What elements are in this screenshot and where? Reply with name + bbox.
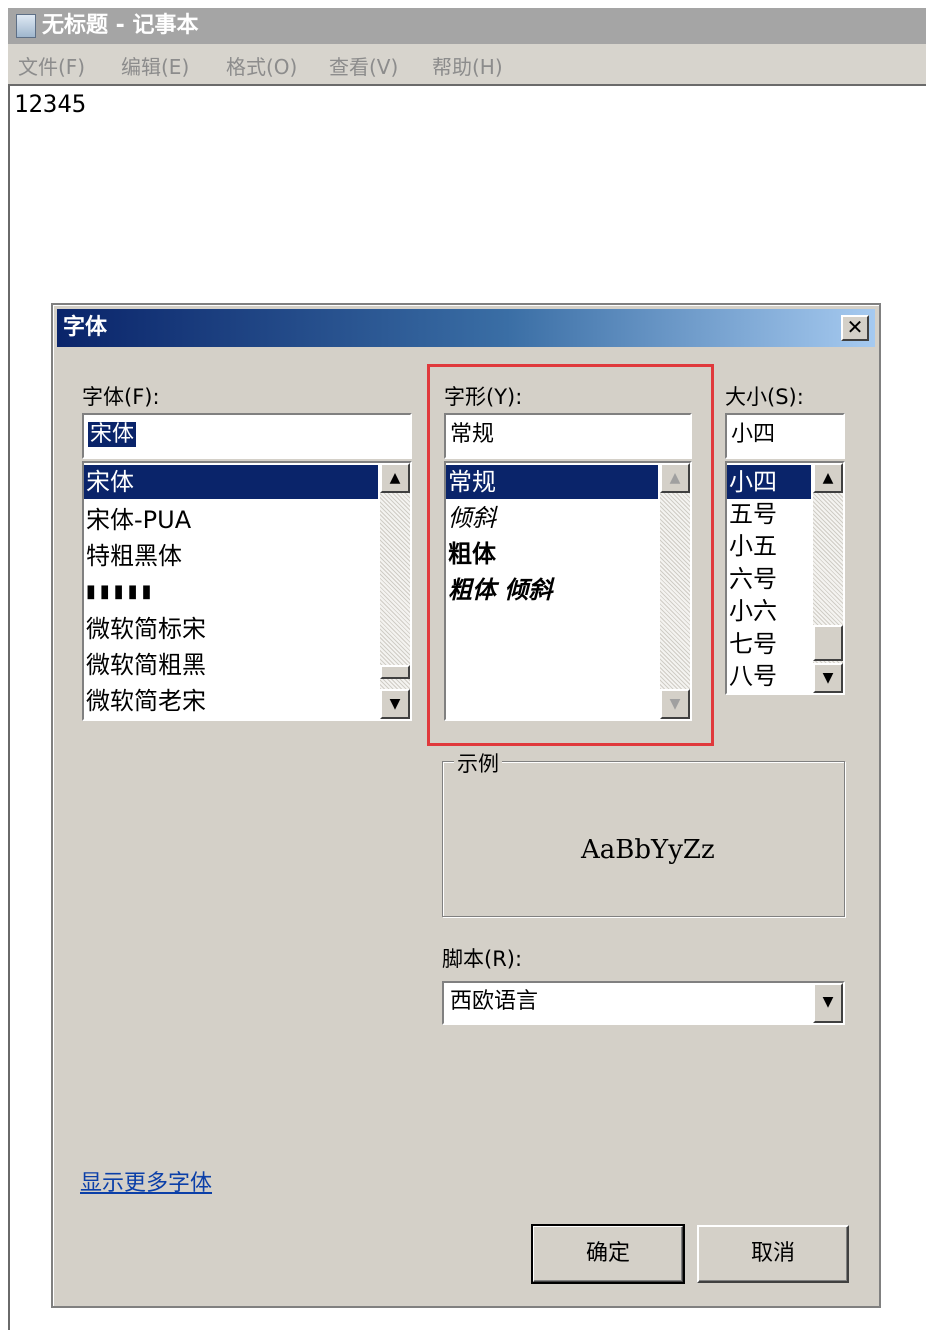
list-item[interactable]: 小六 (727, 594, 811, 628)
font-input[interactable]: 宋体 (82, 413, 412, 459)
script-select-value: 西欧语言 (450, 989, 539, 1014)
list-item[interactable]: 粗体 (446, 537, 658, 571)
menu-view[interactable]: 查看(V) (329, 51, 398, 80)
size-input[interactable]: 小四 (725, 413, 845, 459)
cancel-button[interactable]: 取消 (697, 1225, 849, 1283)
close-button[interactable]: ✕ (841, 315, 869, 341)
style-input-value: 常规 (450, 422, 495, 447)
scroll-up-icon[interactable]: ▲ (380, 463, 410, 493)
size-input-value: 小四 (731, 422, 776, 447)
list-item[interactable]: 宋体 (84, 465, 378, 499)
scroll-up-icon[interactable]: ▲ (660, 463, 690, 493)
scroll-down-icon[interactable]: ▼ (380, 689, 410, 719)
cancel-button-label: 取消 (750, 1241, 795, 1266)
notepad-title: 无标题 - 记事本 (42, 13, 199, 38)
scroll-down-icon[interactable]: ▼ (813, 663, 843, 693)
menu-help[interactable]: 帮助(H) (432, 51, 503, 80)
list-item[interactable]: 小五 (727, 529, 811, 563)
list-item[interactable]: ▮▮▮▮▮ (84, 575, 378, 609)
ok-button[interactable]: 确定 (531, 1224, 685, 1284)
list-item[interactable]: 微软简标宋 (84, 612, 378, 646)
size-label: 大小(S): (725, 385, 804, 409)
font-dialog: 字体 ✕ 字体(F): 宋体 宋体 宋体-PUA 特粗黑体 ▮▮▮▮▮ 微软简标… (51, 303, 881, 1308)
size-list-scrollbar[interactable]: ▲ ▼ (813, 463, 843, 693)
close-icon: ✕ (846, 315, 864, 339)
ok-button-label: 确定 (585, 1241, 630, 1266)
notepad-menu-bar: 文件(F) 编辑(E) 格式(O) 查看(V) 帮助(H) (8, 44, 926, 84)
script-label: 脚本(R): (442, 947, 523, 971)
scroll-thumb[interactable] (380, 665, 410, 679)
font-input-value: 宋体 (88, 422, 137, 447)
list-item[interactable]: 小四 (727, 465, 811, 499)
scroll-up-icon[interactable]: ▲ (813, 463, 843, 493)
list-item[interactable]: 五号 (727, 497, 811, 531)
style-list-scrollbar[interactable]: ▲ ▼ (660, 463, 690, 719)
list-item[interactable]: 特粗黑体 (84, 539, 378, 573)
menu-file[interactable]: 文件(F) (18, 51, 85, 80)
list-item[interactable]: 倾斜 (446, 501, 658, 535)
list-item[interactable]: 微软简粗黑 (84, 648, 378, 682)
style-list[interactable]: 常规 倾斜 粗体 粗体 倾斜 ▲ ▼ (444, 461, 692, 721)
scroll-down-icon[interactable]: ▼ (660, 689, 690, 719)
menu-format[interactable]: 格式(O) (226, 51, 297, 80)
chevron-down-icon[interactable]: ▼ (813, 983, 843, 1023)
list-item[interactable]: 粗体 倾斜 (446, 573, 658, 607)
scroll-thumb[interactable] (813, 625, 843, 661)
font-label: 字体(F): (82, 385, 160, 409)
dialog-title-bar[interactable]: 字体 ✕ (57, 309, 875, 347)
list-item[interactable]: 微软简老宋 (84, 684, 378, 718)
style-label: 字形(Y): (444, 385, 523, 409)
editor-text: 12345 (14, 90, 87, 118)
sample-text: AaBbYyZz (581, 835, 715, 865)
notepad-title-bar[interactable]: 无标题 - 记事本 (8, 8, 926, 44)
menu-edit[interactable]: 编辑(E) (121, 51, 189, 80)
font-list-scrollbar[interactable]: ▲ ▼ (380, 463, 410, 719)
list-item[interactable]: 八号 (727, 659, 811, 693)
style-input[interactable]: 常规 (444, 413, 692, 459)
list-item[interactable]: 常规 (446, 465, 658, 499)
list-item[interactable]: 七号 (727, 627, 811, 661)
size-list[interactable]: 小四 五号 小五 六号 小六 七号 八号 ▲ ▼ (725, 461, 845, 695)
show-more-fonts-link[interactable]: 显示更多字体 (80, 1165, 212, 1197)
font-list[interactable]: 宋体 宋体-PUA 特粗黑体 ▮▮▮▮▮ 微软简标宋 微软简粗黑 微软简老宋 ▲… (82, 461, 412, 721)
list-item[interactable]: 宋体-PUA (84, 503, 378, 537)
script-select[interactable]: 西欧语言 ▼ (442, 981, 845, 1025)
notepad-icon (16, 14, 36, 38)
list-item[interactable]: 六号 (727, 562, 811, 596)
dialog-title: 字体 (63, 315, 108, 340)
sample-label: 示例 (454, 748, 502, 778)
